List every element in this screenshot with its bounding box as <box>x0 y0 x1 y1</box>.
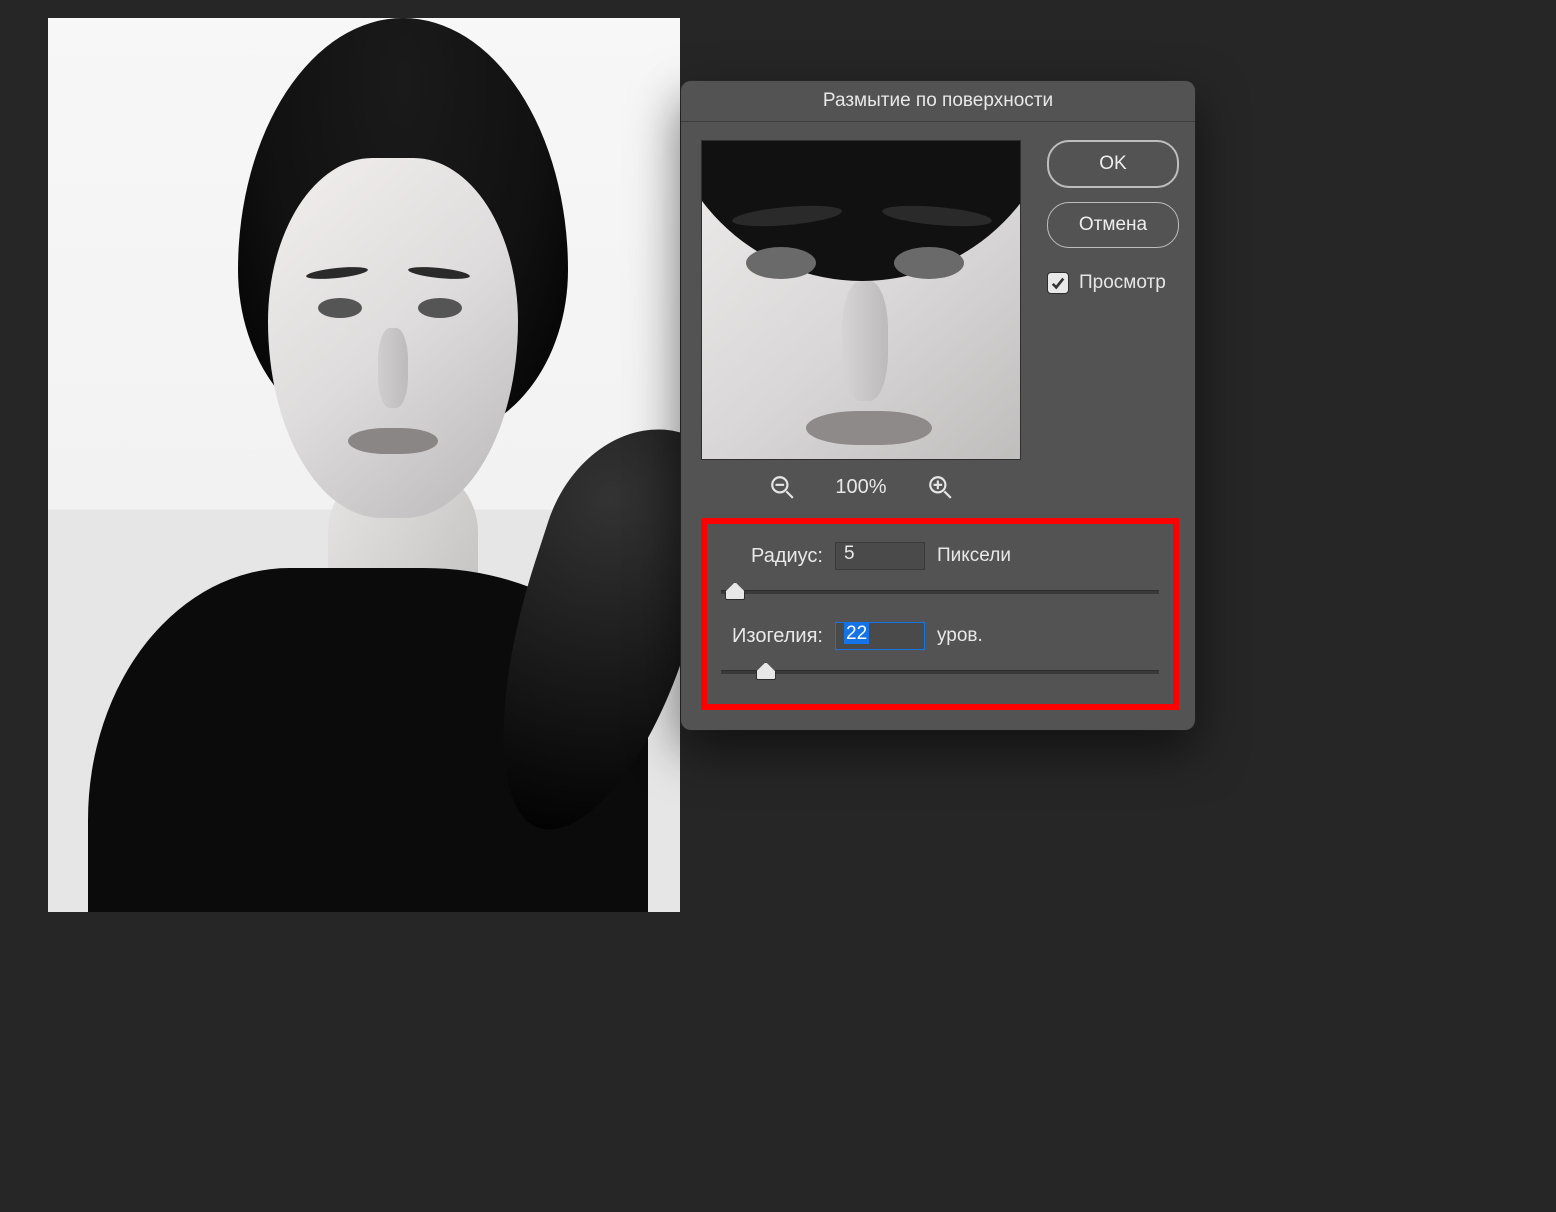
canvas-document-image <box>48 18 680 912</box>
slider-track <box>721 590 1159 594</box>
threshold-row: Изогелия: 22 уров. <box>719 622 1161 650</box>
dialog-title: Размытие по поверхности <box>681 81 1195 122</box>
zoom-out-button[interactable] <box>769 474 795 500</box>
zoom-in-icon <box>927 474 953 500</box>
radius-label: Радиус: <box>719 545 823 568</box>
preview-checkbox-label: Просмотр <box>1079 272 1166 294</box>
zoom-in-button[interactable] <box>927 474 953 500</box>
slider-thumb[interactable] <box>756 662 776 680</box>
portrait-illustration <box>48 18 680 912</box>
threshold-input[interactable]: 22 <box>835 622 925 650</box>
parameters-highlight-box: Радиус: 5 Пиксели Изогелия: 22 уров. <box>701 518 1179 710</box>
radius-slider[interactable] <box>721 582 1159 600</box>
threshold-unit: уров. <box>937 625 983 647</box>
cancel-button[interactable]: Отмена <box>1047 202 1179 248</box>
slider-track <box>721 670 1159 674</box>
zoom-out-icon <box>769 474 795 500</box>
surface-blur-dialog: Размытие по поверхности 100% <box>681 81 1195 730</box>
preview-checkbox[interactable] <box>1047 272 1069 294</box>
filter-preview[interactable] <box>701 140 1021 460</box>
zoom-level-text: 100% <box>835 476 886 499</box>
threshold-label: Изогелия: <box>719 625 823 648</box>
ok-button[interactable]: OK <box>1047 140 1179 188</box>
radius-input[interactable]: 5 <box>835 542 925 570</box>
radius-row: Радиус: 5 Пиксели <box>719 542 1161 570</box>
slider-thumb[interactable] <box>725 582 745 600</box>
radius-unit: Пиксели <box>937 545 1011 567</box>
threshold-slider[interactable] <box>721 662 1159 680</box>
check-icon <box>1051 276 1065 290</box>
